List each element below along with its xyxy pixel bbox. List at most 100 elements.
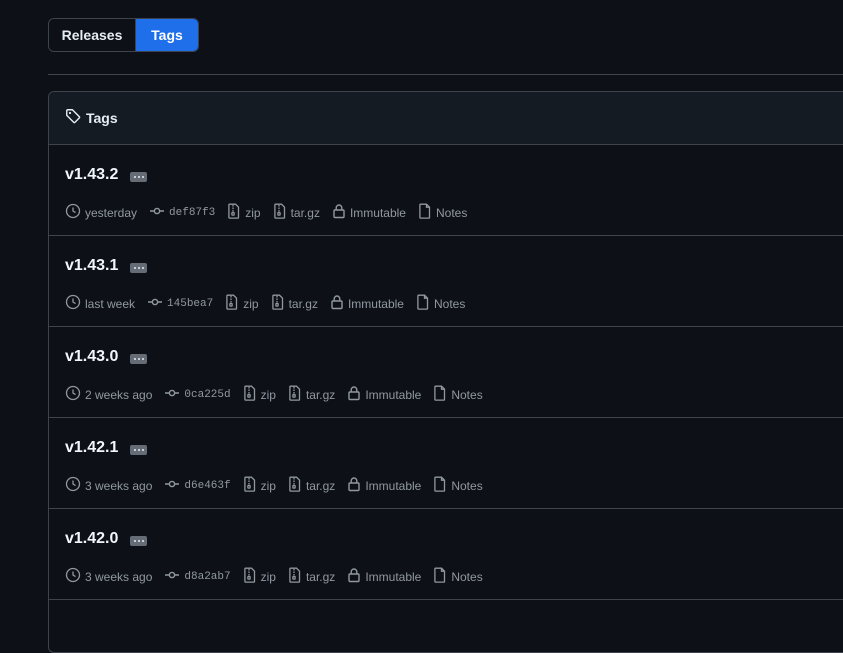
notes-link[interactable]: Notes xyxy=(416,294,465,313)
targz-label: tar.gz xyxy=(305,387,336,402)
clock-icon xyxy=(65,385,85,404)
zip-download-link[interactable]: zip xyxy=(227,203,261,222)
commit-link[interactable]: def87f3 xyxy=(149,203,215,222)
notes-label: Notes xyxy=(435,205,468,220)
releases-tab[interactable]: Releases xyxy=(49,19,136,51)
tag-title-line: v1.43.2 xyxy=(65,166,148,184)
targz-download-link[interactable]: tar.gz xyxy=(288,476,335,495)
commit-link[interactable]: 0ca225d xyxy=(164,385,231,404)
zip-label: zip xyxy=(245,205,261,220)
panel-title: Tags xyxy=(86,110,118,126)
tag-list: v1.43.2 yesterday def87f3 zip tar.gz Immutabl… xyxy=(49,145,843,600)
targz-label: tar.gz xyxy=(288,296,318,311)
file-zip-icon xyxy=(225,294,243,313)
zip-download-link[interactable]: zip xyxy=(225,294,259,313)
tag-date-text: 2 weeks ago xyxy=(85,387,153,402)
tag-date: 3 weeks ago xyxy=(65,476,152,495)
commit-icon xyxy=(147,294,167,313)
expand-ellipsis-button[interactable] xyxy=(130,172,148,182)
notes-link[interactable]: Notes xyxy=(433,476,483,495)
file-zip-icon xyxy=(288,476,306,495)
tag-meta: 3 weeks ago d6e463f zip tar.gz Immutable Note… xyxy=(65,476,495,495)
immutable-badge: Immutable xyxy=(347,385,421,404)
clock-icon xyxy=(65,203,85,222)
tag-icon xyxy=(65,108,81,129)
targz-download-link[interactable]: tar.gz xyxy=(271,294,318,313)
file-zip-icon xyxy=(243,476,261,495)
tag-date-text: 3 weeks ago xyxy=(85,478,153,493)
lock-icon xyxy=(347,385,365,404)
tags-tab[interactable]: Tags xyxy=(136,19,198,51)
tag-meta: 2 weeks ago 0ca225d zip tar.gz Immutable Note… xyxy=(65,385,495,404)
targz-label: tar.gz xyxy=(305,478,336,493)
file-icon xyxy=(418,203,436,222)
section-divider xyxy=(48,74,843,75)
notes-link[interactable]: Notes xyxy=(418,203,467,222)
tag-name-link[interactable]: v1.43.2 xyxy=(65,166,118,184)
file-icon xyxy=(433,385,451,404)
file-zip-icon xyxy=(271,294,289,313)
zip-label: zip xyxy=(260,569,276,584)
tag-name-link[interactable]: v1.43.1 xyxy=(65,257,118,275)
zip-label: zip xyxy=(260,478,276,493)
lock-icon xyxy=(332,203,350,222)
file-zip-icon xyxy=(243,567,261,586)
tag-meta: 3 weeks ago d8a2ab7 zip tar.gz Immutable Note… xyxy=(65,567,495,586)
notes-label: Notes xyxy=(451,387,483,402)
tags-panel-header: Tags xyxy=(49,92,843,145)
expand-ellipsis-button[interactable] xyxy=(130,445,148,455)
tag-date: 3 weeks ago xyxy=(65,567,152,586)
immutable-badge: Immutable xyxy=(330,294,404,313)
tag-date-text: yesterday xyxy=(85,205,138,220)
file-zip-icon xyxy=(288,567,306,586)
commit-icon xyxy=(164,385,184,404)
tag-meta: last week 145bea7 zip tar.gz Immutable Notes xyxy=(65,294,477,313)
targz-download-link[interactable]: tar.gz xyxy=(288,567,335,586)
commit-icon xyxy=(164,567,184,586)
commit-link[interactable]: d8a2ab7 xyxy=(164,567,231,586)
expand-ellipsis-button[interactable] xyxy=(130,354,148,364)
targz-label: tar.gz xyxy=(290,205,320,220)
file-icon xyxy=(433,476,451,495)
immutable-badge: Immutable xyxy=(347,567,421,586)
tag-row: v1.42.1 3 weeks ago d6e463f zip tar.gz Immuta… xyxy=(49,418,843,509)
tag-date: yesterday xyxy=(65,203,137,222)
commit-sha: d6e463f xyxy=(184,479,231,492)
zip-download-link[interactable]: zip xyxy=(243,476,276,495)
commit-link[interactable]: 145bea7 xyxy=(147,294,213,313)
file-icon xyxy=(433,567,451,586)
releases-tags-toggle: Releases Tags xyxy=(48,18,199,52)
expand-ellipsis-button[interactable] xyxy=(130,263,148,273)
immutable-label: Immutable xyxy=(365,569,422,584)
clock-icon xyxy=(65,567,85,586)
commit-sha: def87f3 xyxy=(169,206,216,219)
tag-name-link[interactable]: v1.43.0 xyxy=(65,348,118,366)
commit-sha: 0ca225d xyxy=(184,388,231,401)
tag-row: v1.43.2 yesterday def87f3 zip tar.gz Immutabl… xyxy=(49,145,843,236)
tag-row: v1.42.0 3 weeks ago d8a2ab7 zip tar.gz Immuta… xyxy=(49,509,843,600)
lock-icon xyxy=(347,476,365,495)
file-zip-icon xyxy=(288,385,306,404)
lock-icon xyxy=(347,567,365,586)
expand-ellipsis-button[interactable] xyxy=(130,536,148,546)
targz-download-link[interactable]: tar.gz xyxy=(273,203,320,222)
immutable-badge: Immutable xyxy=(332,203,406,222)
notes-link[interactable]: Notes xyxy=(433,385,483,404)
zip-download-link[interactable]: zip xyxy=(243,567,276,586)
tag-title-line: v1.42.0 xyxy=(65,530,148,548)
tag-date: last week xyxy=(65,294,135,313)
commit-sha: d8a2ab7 xyxy=(184,570,231,583)
zip-download-link[interactable]: zip xyxy=(243,385,276,404)
tag-name-link[interactable]: v1.42.1 xyxy=(65,439,118,457)
tag-meta: yesterday def87f3 zip tar.gz Immutable Notes xyxy=(65,203,479,222)
file-zip-icon xyxy=(227,203,245,222)
notes-link[interactable]: Notes xyxy=(433,567,483,586)
targz-download-link[interactable]: tar.gz xyxy=(288,385,335,404)
tag-row: v1.43.1 last week 145bea7 zip tar.gz Immutabl… xyxy=(49,236,843,327)
targz-label: tar.gz xyxy=(305,569,336,584)
commit-link[interactable]: d6e463f xyxy=(164,476,231,495)
file-zip-icon xyxy=(273,203,291,222)
tag-name-link[interactable]: v1.42.0 xyxy=(65,530,118,548)
tag-date-text: last week xyxy=(85,296,136,311)
tag-title-line: v1.43.0 xyxy=(65,348,148,366)
